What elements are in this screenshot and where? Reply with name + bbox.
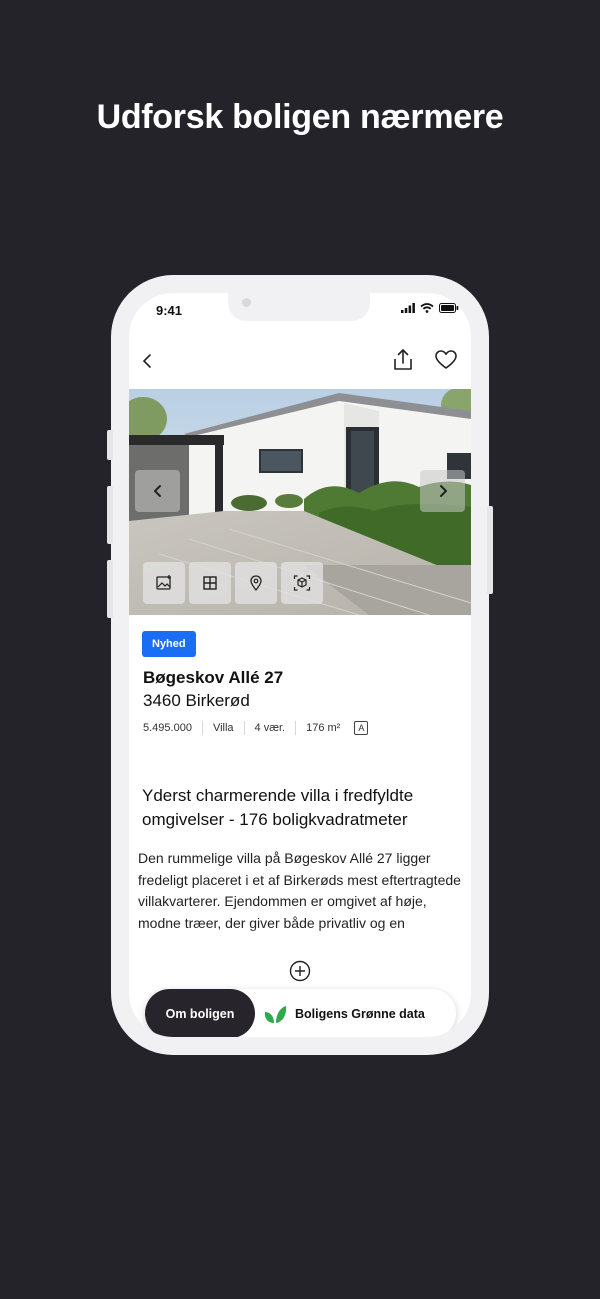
listing-city: 3460 Birkerød xyxy=(143,691,250,710)
fact-rooms: 4 vær. xyxy=(243,721,296,735)
new-badge: Nyhed xyxy=(142,631,196,657)
map-button[interactable] xyxy=(235,562,277,604)
tab-green-data-label: Boligens Grønne data xyxy=(295,1006,425,1021)
plus-circle-icon[interactable] xyxy=(289,960,311,982)
3d-view-button[interactable] xyxy=(281,562,323,604)
description-body: Den rummelige villa på Bøgeskov Allé 27 … xyxy=(138,850,461,931)
next-photo-button[interactable] xyxy=(420,470,465,512)
back-icon[interactable] xyxy=(135,349,159,373)
headline: Udforsk boligen nærmere xyxy=(96,98,504,136)
fact-price: 5.495.000 xyxy=(143,722,192,734)
mute-switch xyxy=(107,430,113,460)
battery-icon xyxy=(439,303,459,313)
floorplan-icon xyxy=(203,576,217,590)
chevron-left-icon xyxy=(153,485,161,497)
volume-down-button xyxy=(107,560,113,618)
add-photo-icon xyxy=(156,575,171,590)
signal-icon xyxy=(401,303,415,313)
segmented-tab-bar: Om boligen Boligens Grønne data xyxy=(145,989,456,1037)
description-title: Yderst charmerende villa i fredfyldte om… xyxy=(142,786,414,829)
volume-up-button xyxy=(107,486,113,544)
key-facts: 5.495.000 Villa 4 vær. 176 m² A xyxy=(143,721,369,735)
leaf-icon xyxy=(264,1005,287,1023)
wifi-icon xyxy=(420,303,434,313)
tab-green-data[interactable]: Boligens Grønne data xyxy=(263,989,425,1037)
chevron-right-icon xyxy=(439,485,447,497)
notch xyxy=(228,293,370,321)
energy-label: A xyxy=(354,721,369,735)
share-icon[interactable] xyxy=(390,347,416,373)
listing-address: Bøgeskov Allé 27 xyxy=(143,668,284,687)
nav-bar xyxy=(129,337,471,387)
prev-photo-button[interactable] xyxy=(135,470,180,512)
tab-about-property[interactable]: Om boligen xyxy=(145,989,255,1037)
map-pin-icon xyxy=(250,575,262,592)
phone-frame: 9:41 Nyhed Bøgeskov Allé 27 3460 Birkerø… xyxy=(107,275,493,1055)
photo-gallery[interactable] xyxy=(129,389,471,615)
floorplan-button[interactable] xyxy=(189,562,231,604)
media-tools xyxy=(143,562,323,604)
phone-screen: 9:41 Nyhed Bøgeskov Allé 27 3460 Birkerø… xyxy=(129,293,471,1037)
fact-type: Villa xyxy=(201,721,244,735)
360-view-icon xyxy=(293,575,311,591)
description: Den rummelige villa på Bøgeskov Allé 27 … xyxy=(138,848,466,956)
photos-button[interactable] xyxy=(143,562,185,604)
heart-icon[interactable] xyxy=(433,347,459,373)
status-time: 9:41 xyxy=(156,303,183,318)
fact-area: 176 m² xyxy=(295,721,350,735)
power-button xyxy=(487,506,493,594)
